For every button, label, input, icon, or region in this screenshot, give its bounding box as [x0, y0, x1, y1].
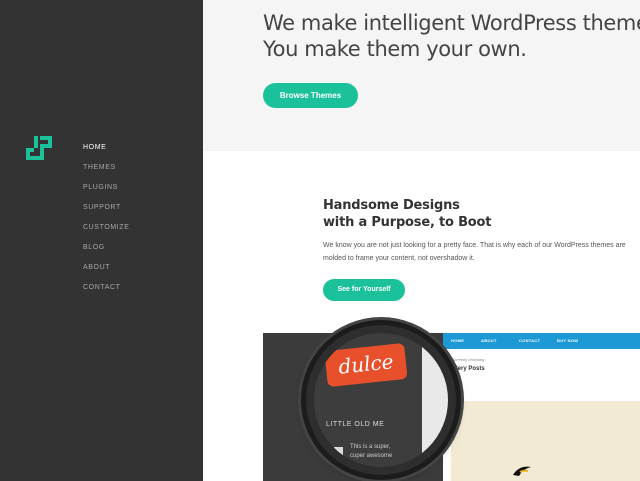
nav-item-themes[interactable]: THEMES [83, 163, 130, 183]
preview-navbar: HOME ABOUT CONTACT BUY NOW [443, 333, 640, 349]
preview-image-area [451, 401, 640, 481]
hero-section: We make intelligent WordPress themes. Yo… [203, 0, 640, 151]
sidebar: HOME THEMES PLUGINS SUPPORT CUSTOMIZE BL… [0, 0, 203, 481]
magnifier-heading: LITTLE OLD ME [326, 421, 385, 428]
hero-title-line2: You make them your own. [263, 37, 527, 61]
preview-heading: allery Posts [451, 366, 485, 372]
browse-themes-button[interactable]: Browse Themes [263, 83, 358, 108]
section-body-line1: We know you are not just looking for a p… [323, 242, 626, 249]
logo-icon[interactable] [22, 134, 56, 164]
magnifier-square-icon [334, 447, 343, 456]
nav-item-about[interactable]: ABOUT [83, 263, 130, 283]
preview-light-panel: HOME ABOUT CONTACT BUY NOW Currently bro… [443, 333, 640, 481]
nav-item-customize[interactable]: CUSTOMIZE [83, 223, 130, 243]
magnifier-light-strip [422, 333, 448, 467]
preview-nav-home: HOME [451, 338, 465, 343]
nav-item-blog[interactable]: BLOG [83, 243, 130, 263]
section-body: We know you are not just looking for a p… [323, 239, 640, 265]
magnifier-text: This is a super, cuper awesome [350, 443, 392, 461]
preview-nav-about: ABOUT [481, 338, 497, 343]
hero-title-line1: We make intelligent WordPress themes. [263, 11, 640, 35]
preview-small-label: Currently browsing [451, 357, 485, 362]
magnifier-lens: dulce LITTLE OLD ME This is a super, cup… [306, 325, 456, 475]
magnifier-content: dulce LITTLE OLD ME This is a super, cup… [314, 333, 448, 467]
magnifier-text-line1: This is a super, [350, 444, 391, 450]
hero-title: We make intelligent WordPress themes. Yo… [263, 10, 640, 62]
nav-item-support[interactable]: SUPPORT [83, 203, 130, 223]
section-body-line2: molded to frame your content, not oversh… [323, 255, 475, 262]
nav-item-plugins[interactable]: PLUGINS [83, 183, 130, 203]
see-for-yourself-button[interactable]: See for Yourself [323, 279, 405, 301]
magnifier-text-line2: cuper awesome [350, 453, 393, 459]
main-nav: HOME THEMES PLUGINS SUPPORT CUSTOMIZE BL… [83, 143, 130, 303]
dulce-logo-badge: dulce [324, 342, 408, 388]
section-title: Handsome Designs with a Purpose, to Boot [323, 197, 491, 231]
section-title-line1: Handsome Designs [323, 198, 460, 213]
nav-item-contact[interactable]: CONTACT [83, 283, 130, 303]
nav-item-home[interactable]: HOME [83, 143, 130, 163]
preview-nav-contact: CONTACT [519, 338, 541, 343]
section-title-line2: with a Purpose, to Boot [323, 215, 492, 230]
bird-illustration-icon [513, 466, 531, 476]
preview-nav-buy-now: BUY NOW [557, 338, 579, 343]
